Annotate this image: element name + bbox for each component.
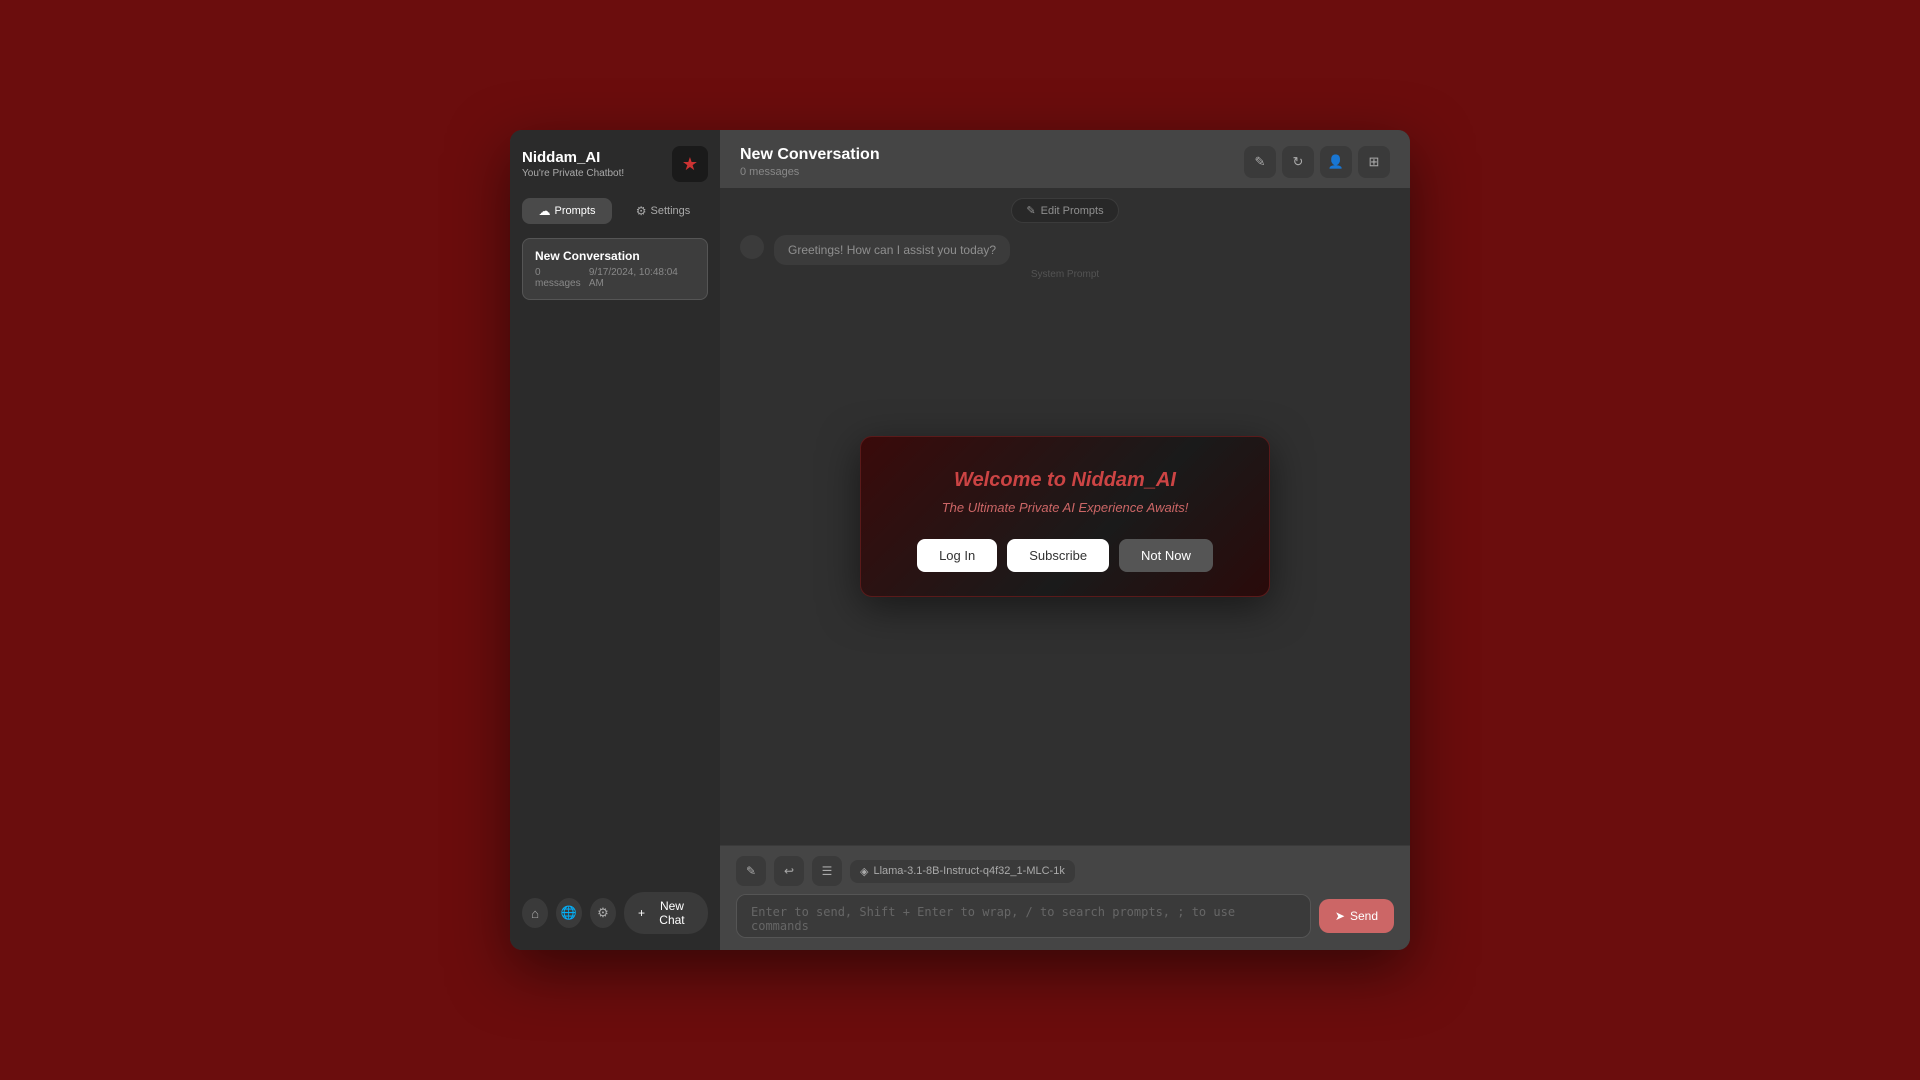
avatar-icon: ★ (682, 154, 698, 175)
sidebar-nav: ☁ Prompts ⚙ Settings (522, 198, 708, 224)
bottom-toolbar: ✎ ↩ ☰ ◈ Llama-3.1-8B-Instruct-q4f32_1-ML… (736, 856, 1394, 886)
prompts-icon: ☁ (539, 204, 551, 218)
app-title: Niddam_AI (522, 149, 624, 166)
not-now-button[interactable]: Not Now (1119, 539, 1213, 572)
send-label: Send (1350, 909, 1378, 923)
settings-footer-icon: ⚙ (597, 905, 609, 921)
settings-footer-button[interactable]: ⚙ (590, 898, 616, 928)
conversation-meta: 0 messages 9/17/2024, 10:48:04 AM (535, 267, 695, 289)
model-icon: ◈ (860, 865, 868, 878)
globe-button[interactable]: 🌐 (556, 898, 582, 928)
toolbar-undo-button[interactable]: ↩ (774, 856, 804, 886)
sidebar-footer: ⌂ 🌐 ⚙ + New Chat (522, 892, 708, 934)
subscribe-button[interactable]: Subscribe (1007, 539, 1109, 572)
prompts-label: Prompts (555, 205, 596, 217)
grid-button[interactable]: ⊞ (1358, 146, 1390, 178)
app-subtitle: You're Private Chatbot! (522, 168, 624, 179)
sidebar: Niddam_AI You're Private Chatbot! ★ ☁ Pr… (510, 130, 720, 950)
app-window: Niddam_AI You're Private Chatbot! ★ ☁ Pr… (510, 130, 1410, 950)
refresh-button[interactable]: ↻ (1282, 146, 1314, 178)
model-selector-button[interactable]: ◈ Llama-3.1-8B-Instruct-q4f32_1-MLC-1k (850, 860, 1075, 883)
modal-overlay: Welcome to Niddam_AI The Ultimate Privat… (720, 188, 1410, 845)
new-chat-label: New Chat (650, 899, 694, 927)
app-branding: Niddam_AI You're Private Chatbot! (522, 149, 624, 179)
conversation-messages: 0 messages (535, 267, 589, 289)
login-button[interactable]: Log In (917, 539, 997, 572)
chat-input[interactable] (736, 894, 1311, 938)
conversation-item[interactable]: New Conversation 0 messages 9/17/2024, 1… (522, 238, 708, 300)
main-content: New Conversation 0 messages ✎ ↻ 👤 ⊞ (720, 130, 1410, 950)
modal-actions: Log In Subscribe Not Now (889, 539, 1241, 572)
send-button[interactable]: ➤ Send (1319, 899, 1394, 933)
refresh-icon: ↻ (1293, 154, 1304, 170)
globe-icon: 🌐 (561, 905, 577, 921)
prompts-nav-button[interactable]: ☁ Prompts (522, 198, 612, 224)
modal-card: Welcome to Niddam_AI The Ultimate Privat… (860, 436, 1270, 597)
main-header: New Conversation 0 messages ✎ ↻ 👤 ⊞ (720, 130, 1410, 188)
chat-area: ✎ Edit Prompts Greetings! How can I assi… (720, 188, 1410, 845)
sidebar-header: Niddam_AI You're Private Chatbot! ★ (522, 146, 708, 182)
model-label: Llama-3.1-8B-Instruct-q4f32_1-MLC-1k (873, 865, 1064, 877)
header-actions: ✎ ↻ 👤 ⊞ (1244, 146, 1390, 178)
toolbar-attach-button[interactable]: ☰ (812, 856, 842, 886)
settings-label: Settings (651, 205, 691, 217)
conversation-date: 9/17/2024, 10:48:04 AM (589, 267, 695, 289)
modal-subtitle: The Ultimate Private AI Experience Await… (889, 500, 1241, 515)
modal-title: Welcome to Niddam_AI (889, 469, 1241, 492)
toolbar-undo-icon: ↩ (784, 864, 794, 878)
new-chat-button[interactable]: + New Chat (624, 892, 708, 934)
home-button[interactable]: ⌂ (522, 898, 548, 928)
toolbar-attach-icon: ☰ (822, 864, 833, 878)
new-chat-icon: + (638, 906, 645, 920)
chat-input-row: ➤ Send (736, 894, 1394, 938)
settings-icon: ⚙ (636, 204, 647, 218)
bottom-bar: ✎ ↩ ☰ ◈ Llama-3.1-8B-Instruct-q4f32_1-ML… (720, 845, 1410, 950)
avatar: ★ (672, 146, 708, 182)
grid-icon: ⊞ (1369, 154, 1380, 170)
main-subtitle: 0 messages (740, 166, 880, 178)
main-title: New Conversation (740, 146, 880, 164)
user-button[interactable]: 👤 (1320, 146, 1352, 178)
user-icon: 👤 (1328, 154, 1344, 170)
toolbar-edit-icon: ✎ (746, 864, 756, 878)
toolbar-edit-button[interactable]: ✎ (736, 856, 766, 886)
main-title-group: New Conversation 0 messages (740, 146, 880, 178)
settings-nav-button[interactable]: ⚙ Settings (618, 198, 708, 224)
edit-icon: ✎ (1255, 154, 1266, 170)
home-icon: ⌂ (531, 906, 539, 921)
edit-button[interactable]: ✎ (1244, 146, 1276, 178)
send-icon: ➤ (1335, 909, 1345, 923)
conversation-title: New Conversation (535, 249, 695, 263)
